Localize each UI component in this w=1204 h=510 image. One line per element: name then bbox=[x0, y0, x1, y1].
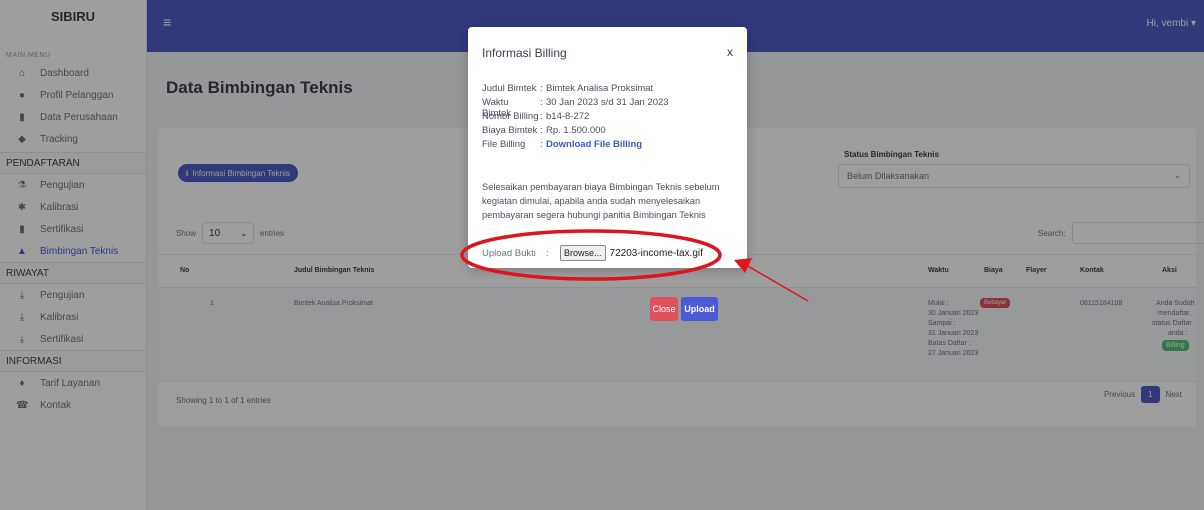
annotation-ellipse bbox=[460, 229, 722, 281]
annotation-arrow-line bbox=[745, 264, 809, 302]
annotation-arrowhead bbox=[734, 258, 752, 273]
annotation-overlay bbox=[460, 229, 809, 302]
